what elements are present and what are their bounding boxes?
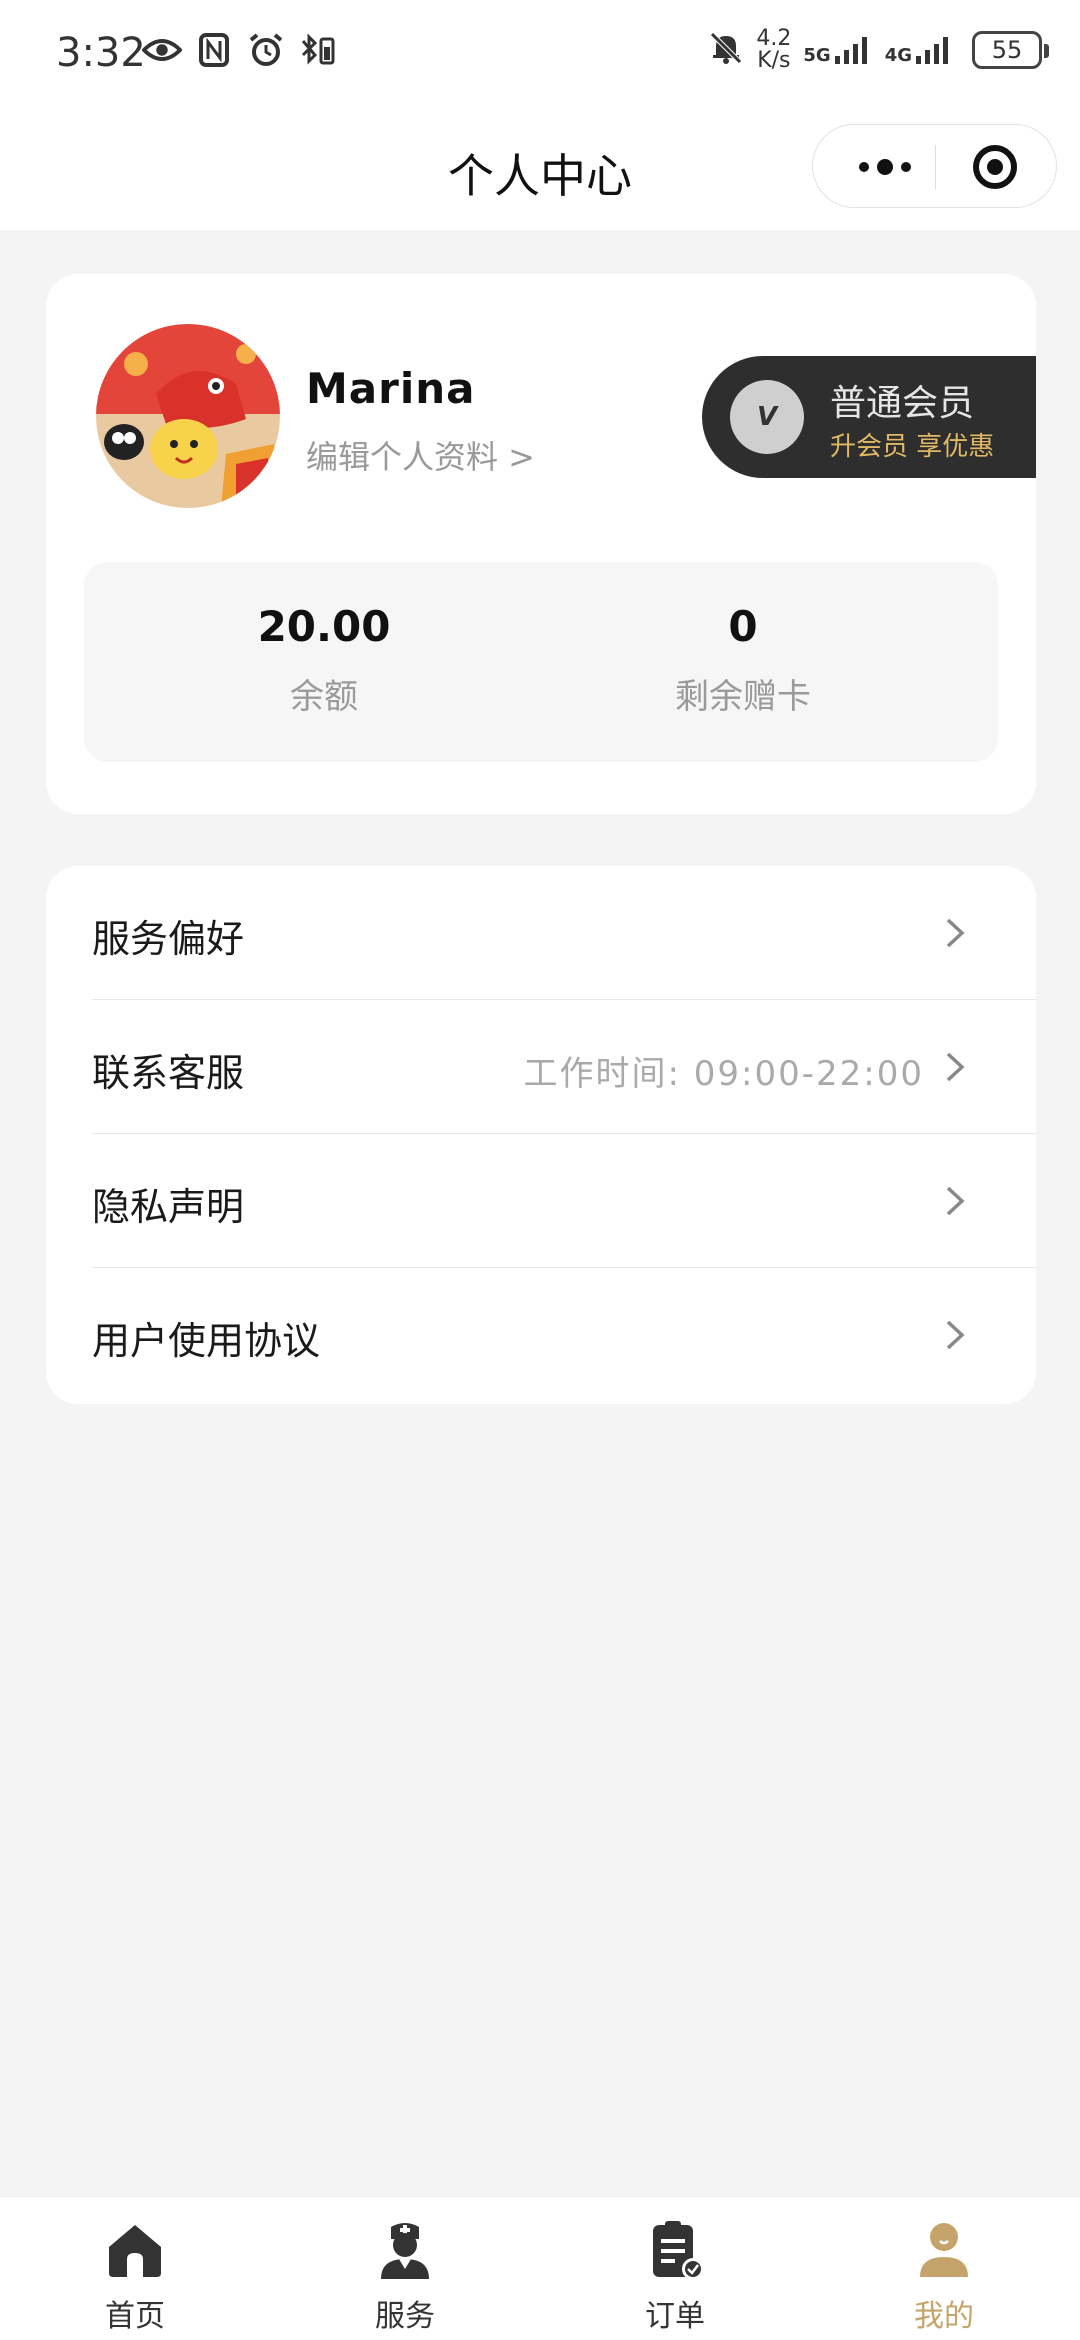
- bluetooth-battery-icon: [298, 30, 338, 70]
- net-speed-unit: K/s: [757, 48, 791, 73]
- signal-4g: 4G: [885, 34, 954, 66]
- bottom-tab-bar: 首页 服务 订单 我的: [0, 2196, 1080, 2340]
- menu-item-privacy[interactable]: 隐私声明: [46, 1134, 1036, 1268]
- battery-indicator: 55: [972, 31, 1049, 69]
- signal-4g-label: 4G: [884, 45, 912, 66]
- menu-card: 服务偏好 联系客服 工作时间: 09:00-22:00 隐私声明 用户使用协议: [46, 866, 1036, 1404]
- chevron-right-icon: [946, 1320, 965, 1350]
- tab-home[interactable]: 首页: [65, 2217, 205, 2337]
- vip-icon-text: V: [756, 402, 778, 432]
- menu-item-service-preference[interactable]: 服务偏好: [46, 866, 1036, 1000]
- gift-card-value: 0: [728, 602, 758, 651]
- alarm-icon: [246, 30, 286, 70]
- user-name: Marina: [306, 364, 476, 413]
- title-bar: 个人中心: [0, 108, 1080, 230]
- vip-icon: V: [730, 380, 804, 454]
- vip-subtitle: 升会员 享优惠: [830, 432, 995, 462]
- tab-label: 订单: [645, 2299, 705, 2334]
- chevron-right-icon: [946, 1186, 965, 1216]
- nfc-icon: [194, 30, 234, 70]
- status-time: 3:32: [56, 30, 146, 76]
- balance-stat[interactable]: 20.00 余额: [174, 602, 474, 718]
- menu-item-label: 用户使用协议: [92, 1319, 321, 1363]
- menu-item-label: 联系客服: [92, 1051, 245, 1095]
- close-target-icon[interactable]: [973, 145, 1017, 189]
- tab-label: 我的: [914, 2299, 974, 2334]
- vip-title: 普通会员: [830, 383, 975, 424]
- eye-icon: [142, 30, 182, 70]
- signal-5g: 5G: [803, 34, 872, 66]
- signal-bars-icon: [916, 37, 948, 64]
- chevron-right-icon: [946, 918, 965, 948]
- stats-panel: 20.00 余额 0 剩余赠卡: [84, 562, 998, 762]
- signal-bars-icon: [834, 37, 867, 64]
- mute-bell-icon: [708, 30, 744, 70]
- user-icon: [920, 2223, 968, 2277]
- avatar[interactable]: [96, 324, 280, 508]
- more-icon[interactable]: [845, 145, 925, 189]
- net-speed-value: 4.2: [756, 26, 792, 51]
- status-right-icons: 4.2 K/s 5G 4G 55: [708, 28, 1049, 72]
- tab-service[interactable]: 服务: [335, 2217, 475, 2337]
- gift-card-stat[interactable]: 0 剩余赠卡: [593, 602, 893, 718]
- tab-label: 首页: [105, 2299, 165, 2334]
- tab-label: 服务: [375, 2299, 435, 2334]
- tab-mine[interactable]: 我的: [874, 2217, 1014, 2337]
- chevron-right-icon: [946, 1052, 965, 1082]
- menu-item-label: 隐私声明: [92, 1185, 245, 1229]
- nurse-icon: [381, 2223, 429, 2279]
- clipboard-icon: [653, 2221, 704, 2280]
- profile-card: Marina 编辑个人资料 > V 普通会员 升会员 享优惠 20.00 余额 …: [46, 274, 1036, 814]
- gift-card-label: 剩余赠卡: [675, 677, 811, 717]
- home-icon: [109, 2225, 161, 2277]
- menu-item-user-agreement[interactable]: 用户使用协议: [46, 1268, 1036, 1402]
- balance-value: 20.00: [257, 602, 391, 651]
- tab-orders[interactable]: 订单: [605, 2217, 745, 2337]
- status-bar: 3:32 4.2 K/s 5G 4G 55: [0, 0, 1080, 108]
- edit-profile-link[interactable]: 编辑个人资料 >: [306, 432, 535, 478]
- balance-label: 余额: [290, 677, 358, 717]
- net-speed: 4.2 K/s: [756, 28, 791, 72]
- capsule-divider: [935, 145, 936, 189]
- miniprogram-capsule: [812, 124, 1057, 208]
- signal-5g-label: 5G: [803, 45, 831, 66]
- menu-item-label: 服务偏好: [92, 917, 245, 961]
- status-left-icons: [142, 30, 338, 70]
- vip-badge[interactable]: V 普通会员 升会员 享优惠: [702, 356, 1036, 478]
- menu-item-contact-support[interactable]: 联系客服 工作时间: 09:00-22:00: [46, 1000, 1036, 1134]
- menu-item-extra: 工作时间: 09:00-22:00: [523, 1054, 924, 1094]
